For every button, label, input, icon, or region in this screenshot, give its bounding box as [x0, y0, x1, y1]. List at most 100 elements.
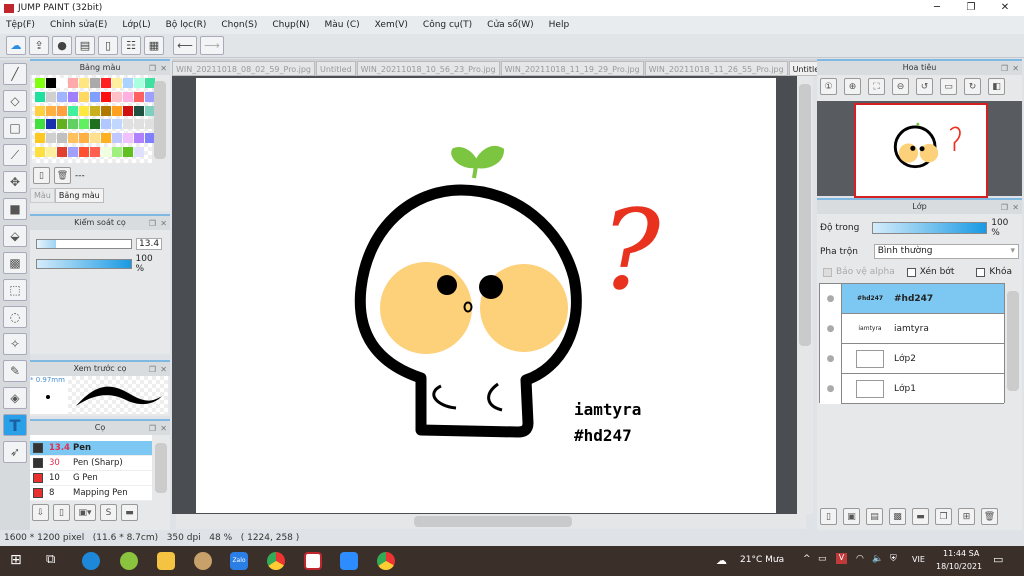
new-raster-layer-icon[interactable]: ▣ [843, 508, 860, 525]
palette-swatch[interactable] [68, 91, 78, 102]
palette-swatch[interactable] [90, 105, 100, 116]
float-icon[interactable]: ❐ [1001, 201, 1008, 215]
text-tool-icon[interactable]: T [3, 414, 27, 436]
edit-grid-icon[interactable]: ▦ [144, 36, 164, 55]
palette-swatch[interactable] [101, 91, 111, 102]
document-tab[interactable]: WIN_20211018_11_19_29_Pro.jpg [500, 61, 644, 76]
jump-paint-taskbar-icon[interactable] [304, 552, 322, 570]
zoom-app-icon[interactable] [340, 552, 358, 570]
lock-checkbox[interactable] [976, 267, 986, 277]
layer-item[interactable]: ● #hd247 #hd247 [820, 283, 1004, 314]
clipping-checkbox[interactable] [906, 267, 916, 277]
palette-swatch[interactable] [68, 119, 78, 130]
menu-tools[interactable]: Công cụ(T) [423, 20, 472, 30]
settings-list-icon[interactable]: ☷ [121, 36, 141, 55]
task-view-icon[interactable]: ⧉ [46, 552, 64, 570]
palette-swatch[interactable] [112, 105, 122, 116]
palette-swatch[interactable] [112, 91, 122, 102]
palette-swatch[interactable] [68, 147, 78, 158]
palette-swatch[interactable] [112, 133, 122, 144]
palette-swatch[interactable] [57, 119, 67, 130]
maximize-button[interactable]: ❐ [954, 0, 988, 16]
document-tab[interactable]: WIN_20211018_08_02_59_Pro.jpg [172, 61, 315, 76]
notification-icon[interactable]: ▭ [993, 553, 1003, 566]
rotate-right-icon[interactable]: ↻ [964, 78, 981, 95]
palette-swatch[interactable] [134, 147, 144, 158]
palette-swatch[interactable] [79, 119, 89, 130]
brush-size-slider[interactable] [36, 239, 132, 249]
palette-swatch[interactable] [68, 105, 78, 116]
visibility-toggle-icon[interactable]: ● [820, 373, 842, 404]
palette-swatch[interactable] [123, 119, 133, 130]
palette-swatch[interactable] [57, 105, 67, 116]
palette-swatch[interactable] [79, 133, 89, 144]
palette-swatch[interactable] [134, 91, 144, 102]
brush-size-value[interactable]: 13.4 [136, 238, 163, 250]
brush-settings-icon[interactable]: S [100, 504, 117, 521]
blend-mode-select[interactable]: Bình thường ▾ [873, 244, 1019, 259]
cloud-icon[interactable]: ☁ [6, 36, 26, 55]
brush-item[interactable]: 10 G Pen [30, 471, 152, 486]
float-icon[interactable]: ❐ [149, 217, 156, 231]
palette-swatch[interactable] [46, 91, 56, 102]
palette-swatch[interactable] [79, 147, 89, 158]
protect-alpha-checkbox[interactable] [823, 267, 832, 277]
folder-icon[interactable]: ▬ [121, 504, 138, 521]
layers-scrollbar[interactable] [1007, 291, 1019, 391]
float-icon[interactable]: ❐ [149, 62, 156, 76]
visibility-toggle-icon[interactable]: ● [820, 343, 842, 374]
palette-swatch[interactable] [101, 105, 111, 116]
select-pen-tool-icon[interactable]: ✎ [3, 360, 27, 382]
palette-swatch[interactable] [57, 147, 67, 158]
palette-swatch[interactable] [134, 105, 144, 116]
navigator-preview[interactable] [854, 103, 988, 198]
visibility-toggle-icon[interactable]: ● [820, 313, 842, 344]
menu-color[interactable]: Màu (C) [325, 20, 360, 30]
zalo-icon[interactable]: Zalo [230, 552, 248, 570]
select-eraser-tool-icon[interactable]: ◈ [3, 387, 27, 409]
layer-item[interactable]: ● Lớp2 [820, 343, 1004, 374]
palette-swatch[interactable] [101, 133, 111, 144]
palette-swatch[interactable] [35, 91, 45, 102]
palette-swatch[interactable] [35, 119, 45, 130]
security-icon[interactable]: ⛨ [890, 554, 897, 564]
copy-brush-icon[interactable]: ▣▾ [74, 504, 96, 521]
menu-filter[interactable]: Bộ lọc(R) [166, 20, 207, 30]
new-text-layer-icon[interactable]: ▤ [866, 508, 883, 525]
palette-swatch[interactable] [68, 78, 78, 88]
close-panel-icon[interactable]: ✕ [1012, 201, 1019, 215]
language-indicator[interactable]: VIE [912, 555, 925, 564]
menu-capture[interactable]: Chụp(N) [272, 20, 309, 30]
palette-swatch[interactable] [90, 133, 100, 144]
coccoc-icon[interactable] [120, 552, 138, 570]
rect-tool-icon[interactable]: □ [3, 117, 27, 139]
reset-rotation-icon[interactable]: ▭ [940, 78, 957, 95]
page-icon[interactable]: ▯ [98, 36, 118, 55]
palette-swatch[interactable] [46, 119, 56, 130]
close-panel-icon[interactable]: ✕ [1012, 62, 1019, 76]
palette-swatch[interactable] [123, 133, 133, 144]
palette-swatch[interactable] [112, 78, 122, 88]
palette-swatch[interactable] [68, 133, 78, 144]
fill-rect-tool-icon[interactable]: ■ [3, 198, 27, 220]
weather-text[interactable]: 21°C Mưa [740, 555, 784, 565]
palette-swatch[interactable] [112, 119, 122, 130]
new-brush-icon[interactable]: ▯ [53, 504, 70, 521]
document-tab[interactable]: WIN_20211018_10_56_23_Pro.jpg [356, 61, 500, 76]
brush-opacity-slider[interactable] [36, 259, 132, 269]
tray-chevron-icon[interactable]: ^ [803, 554, 811, 564]
palette-swatch[interactable] [46, 105, 56, 116]
merge-layer-icon[interactable]: ⊞ [958, 508, 975, 525]
close-panel-icon[interactable]: ✕ [160, 62, 167, 76]
message-icon[interactable]: ▤ [75, 36, 95, 55]
brush-item[interactable]: 30 Pen (Sharp) [30, 456, 152, 471]
float-icon[interactable]: ❐ [149, 363, 156, 377]
palette-swatch[interactable] [46, 147, 56, 158]
menu-edit[interactable]: Chỉnh sửa(E) [50, 20, 107, 30]
palette-swatch[interactable] [90, 147, 100, 158]
chrome-icon-2[interactable] [377, 552, 395, 570]
palette-swatch[interactable] [123, 105, 133, 116]
bucket-tool-icon[interactable]: ⬙ [3, 225, 27, 247]
volume-icon[interactable]: 🔈 [872, 554, 883, 564]
gradient-tool-icon[interactable]: ▩ [3, 252, 27, 274]
